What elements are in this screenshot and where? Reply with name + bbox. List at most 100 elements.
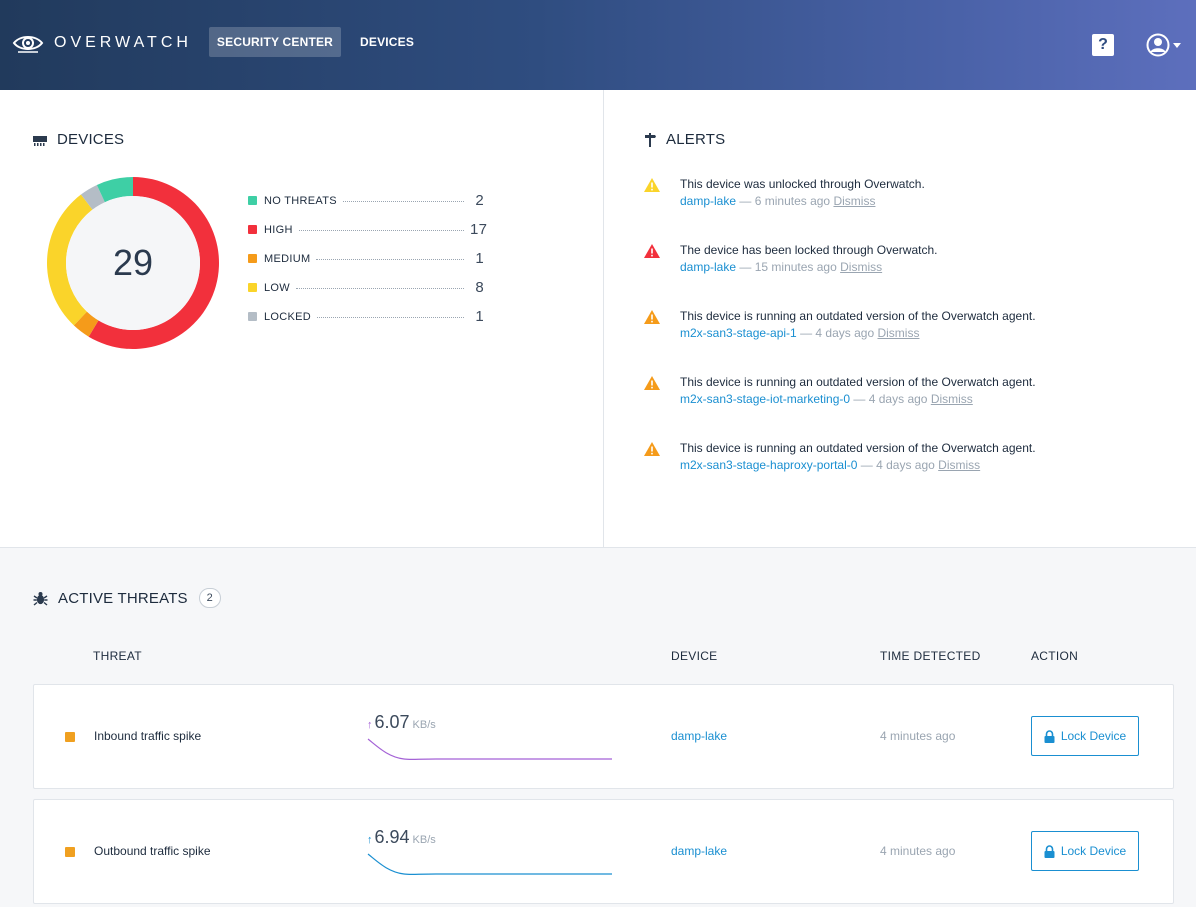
dismiss-link[interactable]: Dismiss [833, 194, 875, 208]
alert-item: This device is running an outdated versi… [644, 308, 1164, 374]
devices-legend: NO THREATS 2 HIGH 17 MEDIUM 1 LOW 8 LOCKED 1 [248, 186, 487, 331]
rate-unit: KB/s [412, 719, 436, 731]
legend-leader-dots [298, 230, 464, 231]
alert-time: 4 days ago [815, 326, 875, 340]
alert-meta: m2x-san3-stage-haproxy-portal-0 — 4 days… [680, 456, 1164, 474]
nav-devices[interactable]: DEVICES [346, 27, 428, 57]
legend-value: 2 [475, 192, 484, 209]
dismiss-link[interactable]: Dismiss [877, 326, 919, 340]
traffic-rate: ↑ 6.94 KB/s [367, 827, 436, 848]
top-navbar: OVERWATCH SECURITY CENTER DEVICES ? [0, 0, 1196, 90]
lock-device-button[interactable]: Lock Device [1031, 831, 1139, 871]
signpost-icon [645, 132, 656, 147]
threat-severity-swatch [65, 847, 75, 857]
alert-meta: damp-lake — 15 minutes ago Dismiss [680, 258, 1164, 276]
threat-time-detected: 4 minutes ago [880, 729, 956, 743]
lock-device-label: Lock Device [1060, 729, 1127, 743]
traffic-sparkline [367, 853, 612, 876]
alert-device-link[interactable]: m2x-san3-stage-haproxy-portal-0 [680, 458, 857, 472]
active-threats-title: ACTIVE THREATS 2 [33, 588, 221, 608]
alert-meta: m2x-san3-stage-api-1 — 4 days ago Dismis… [680, 324, 1164, 342]
alert-time: 4 days ago [868, 392, 928, 406]
user-menu-button[interactable] [1146, 33, 1186, 57]
alert-separator: — [853, 392, 866, 406]
legend-value: 1 [475, 250, 484, 267]
alert-separator: — [739, 260, 752, 274]
alert-device-link[interactable]: m2x-san3-stage-iot-marketing-0 [680, 392, 850, 406]
lock-icon [1044, 729, 1055, 743]
arrow-up-icon: ↑ [367, 719, 373, 731]
alert-message: This device was unlocked through Overwat… [680, 177, 925, 191]
devices-panel: DEVICES 29 NO THREATS 2 HIGH 17 MEDIUM 1 LOW 8 L… [0, 90, 603, 547]
threat-name: Inbound traffic spike [94, 729, 202, 743]
lock-icon [1044, 844, 1055, 858]
active-threats-section: ACTIVE THREATS 2 THREAT DEVICE TIME DETE… [0, 547, 1196, 907]
legend-item: HIGH 17 [248, 215, 487, 244]
alert-item: The device has been locked through Overw… [644, 242, 1164, 308]
dismiss-link[interactable]: Dismiss [931, 392, 973, 406]
app-name: OVERWATCH [54, 34, 192, 51]
alert-device-link[interactable]: damp-lake [680, 260, 736, 274]
device-chip-icon [33, 135, 47, 146]
alert-message: The device has been locked through Overw… [680, 243, 938, 257]
alerts-panel: ALERTS This device was unlocked through … [603, 90, 1196, 547]
warning-triangle-icon [644, 178, 660, 192]
devices-title-text: DEVICES [57, 131, 125, 148]
legend-swatch [248, 225, 257, 234]
alert-message: This device is running an outdated versi… [680, 375, 1036, 389]
legend-leader-dots [316, 259, 464, 260]
legend-item: NO THREATS 2 [248, 186, 484, 215]
app-logo[interactable]: OVERWATCH [12, 30, 192, 56]
alert-meta: damp-lake — 6 minutes ago Dismiss [680, 192, 1164, 210]
column-header-threat[interactable]: THREAT [93, 649, 142, 663]
threat-count-badge: 2 [198, 588, 221, 608]
legend-leader-dots [342, 201, 464, 202]
alert-message: This device is running an outdated versi… [680, 309, 1036, 323]
alert-message: This device is running an outdated versi… [680, 441, 1036, 455]
arrow-up-icon: ↑ [367, 834, 373, 846]
threat-device-link[interactable]: damp-lake [671, 729, 727, 743]
column-header-time[interactable]: TIME DETECTED [880, 649, 981, 663]
alert-item: This device was unlocked through Overwat… [644, 176, 1164, 242]
devices-donut-chart: 29 [46, 177, 220, 349]
alert-device-link[interactable]: damp-lake [680, 194, 736, 208]
legend-label: MEDIUM [264, 252, 311, 265]
legend-label: LOW [264, 281, 290, 294]
legend-label: LOCKED [264, 310, 312, 323]
alert-device-link[interactable]: m2x-san3-stage-api-1 [680, 326, 797, 340]
legend-swatch [248, 283, 257, 292]
warning-triangle-icon [644, 310, 660, 324]
lock-device-button[interactable]: Lock Device [1031, 716, 1139, 756]
alert-time: 4 days ago [876, 458, 935, 472]
alert-time: 6 minutes ago [754, 194, 831, 208]
alerts-title-text: ALERTS [666, 131, 726, 148]
column-header-device[interactable]: DEVICE [671, 649, 717, 663]
traffic-rate: ↑ 6.07 KB/s [367, 712, 436, 733]
help-icon[interactable]: ? [1092, 34, 1114, 56]
nav-security-center[interactable]: SECURITY CENTER [209, 27, 341, 57]
bug-icon [33, 591, 48, 606]
dismiss-link[interactable]: Dismiss [840, 260, 882, 274]
chevron-down-icon [1173, 42, 1181, 48]
eye-logo-icon [12, 36, 44, 53]
legend-item: LOCKED 1 [248, 302, 484, 331]
legend-label: NO THREATS [264, 194, 337, 207]
threat-device-link[interactable]: damp-lake [671, 844, 727, 858]
alert-meta: m2x-san3-stage-iot-marketing-0 — 4 days … [680, 390, 1164, 408]
dismiss-link[interactable]: Dismiss [938, 458, 980, 472]
rate-value: 6.94 [374, 827, 410, 847]
lock-device-label: Lock Device [1060, 844, 1127, 858]
warning-triangle-icon [644, 376, 660, 390]
alerts-title: ALERTS [644, 131, 725, 148]
alert-separator: — [860, 458, 873, 472]
alerts-list: This device was unlocked through Overwat… [644, 176, 1164, 506]
legend-item: MEDIUM 1 [248, 244, 484, 273]
threat-severity-swatch [65, 732, 75, 742]
devices-title: DEVICES [33, 131, 124, 148]
active-threats-title-text: ACTIVE THREATS [58, 589, 188, 607]
legend-label: HIGH [264, 223, 293, 236]
alert-item: This device is running an outdated versi… [644, 440, 1164, 506]
legend-item: LOW 8 [248, 273, 484, 302]
legend-value: 1 [475, 308, 484, 325]
column-header-action: ACTION [1031, 649, 1079, 663]
